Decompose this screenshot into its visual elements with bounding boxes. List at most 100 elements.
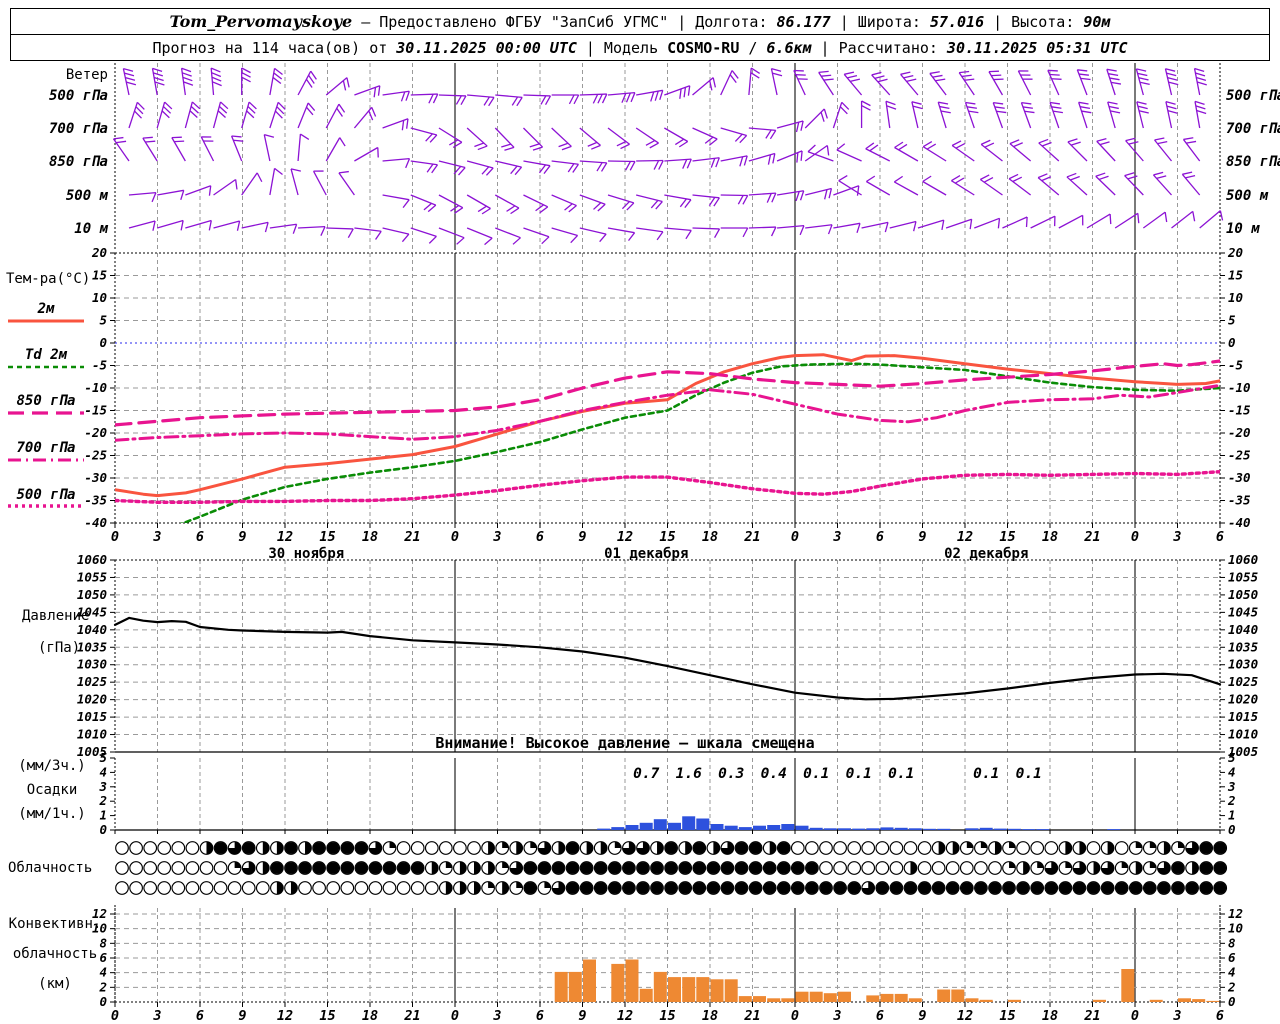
svg-text:1020: 1020	[1228, 692, 1258, 707]
model-name: COSMO-RU	[667, 38, 740, 57]
svg-text:1.6: 1.6	[676, 766, 702, 782]
svg-text:12: 12	[277, 529, 293, 545]
longitude-label: Долгота:	[695, 12, 768, 31]
svg-text:1020: 1020	[77, 692, 107, 707]
conv-title-2: облачность	[12, 946, 98, 962]
svg-text:-30: -30	[84, 470, 107, 485]
svg-text:15: 15	[319, 1008, 335, 1024]
legend-line-t500	[8, 504, 84, 508]
svg-text:18: 18	[1042, 529, 1058, 545]
svg-text:21: 21	[403, 529, 420, 545]
legend-label-t850: 850 гПа	[16, 393, 76, 409]
svg-text:1: 1	[1228, 808, 1236, 823]
svg-text:4: 4	[1228, 965, 1236, 980]
svg-text:1050: 1050	[77, 587, 107, 602]
svg-text:18: 18	[702, 529, 718, 545]
svg-text:0: 0	[1228, 335, 1236, 350]
separator: |	[677, 12, 687, 31]
latitude-label: Широта:	[857, 12, 921, 31]
svg-text:1010: 1010	[1228, 727, 1258, 742]
svg-text:1025: 1025	[77, 674, 108, 689]
legend-label-t700: 700 гПа	[16, 440, 76, 456]
svg-text:12: 12	[277, 1008, 293, 1024]
svg-text:1015: 1015	[1228, 709, 1259, 724]
svg-text:4: 4	[1228, 764, 1236, 779]
svg-text:21: 21	[743, 1008, 760, 1024]
svg-text:0.1: 0.1	[973, 766, 999, 782]
svg-text:-15: -15	[1228, 403, 1251, 418]
svg-text:18: 18	[702, 1008, 718, 1024]
svg-text:0.4: 0.4	[761, 766, 787, 782]
svg-text:2: 2	[1227, 979, 1236, 994]
svg-text:1030: 1030	[77, 657, 107, 672]
svg-text:1040: 1040	[77, 622, 107, 637]
svg-text:12: 12	[957, 1008, 973, 1024]
svg-text:-40: -40	[84, 515, 107, 530]
svg-text:0: 0	[451, 1008, 459, 1024]
svg-text:21: 21	[1083, 529, 1100, 545]
svg-text:-40: -40	[1228, 515, 1251, 530]
svg-text:Внимание! Высокое давление — ш: Внимание! Высокое давление — шкала смеще…	[435, 734, 814, 752]
svg-text:9: 9	[238, 1008, 246, 1024]
conv-title-1: Конвективн.	[8, 916, 102, 932]
svg-text:0: 0	[791, 1008, 799, 1024]
svg-text:-35: -35	[1228, 493, 1251, 508]
svg-text:5: 5	[1228, 313, 1236, 328]
svg-text:15: 15	[659, 1008, 675, 1024]
svg-text:6: 6	[1216, 529, 1224, 545]
wind-barbs	[112, 67, 1224, 246]
svg-text:18: 18	[362, 1008, 378, 1024]
svg-text:20: 20	[91, 245, 107, 260]
svg-text:3: 3	[832, 1008, 841, 1024]
wind-level-500hpa: 500 гПа	[48, 88, 108, 104]
svg-text:0.1: 0.1	[846, 766, 872, 782]
svg-text:5: 5	[99, 313, 107, 328]
calc-label: Рассчитано:	[838, 38, 938, 57]
wind-level-500m: 500 м	[65, 188, 108, 204]
separator: |	[993, 12, 1003, 31]
svg-text:0.3: 0.3	[718, 766, 744, 782]
svg-text:6: 6	[536, 529, 544, 545]
svg-text:1055: 1055	[77, 569, 108, 584]
svg-text:0: 0	[111, 1008, 119, 1024]
svg-text:0: 0	[791, 529, 799, 545]
svg-text:12: 12	[617, 529, 633, 545]
svg-text:1060: 1060	[77, 552, 107, 567]
cloud-section-title: Облачность	[8, 860, 93, 876]
svg-text:1010: 1010	[77, 727, 107, 742]
svg-text:0: 0	[111, 529, 119, 545]
svg-text:0.1: 0.1	[803, 766, 829, 782]
conv-title-3: (км)	[38, 976, 72, 992]
svg-text:9: 9	[578, 529, 586, 545]
svg-text:1030: 1030	[1228, 657, 1258, 672]
svg-text:15: 15	[659, 529, 675, 545]
svg-text:12: 12	[1228, 906, 1243, 921]
svg-text:3: 3	[1227, 779, 1236, 794]
svg-text:12: 12	[957, 529, 973, 545]
longitude-value: 86.177	[776, 12, 831, 31]
svg-text:2: 2	[1227, 793, 1236, 808]
meteogram-canvas: 20 2015 1510 105 50 0-5 -5-10 -10-15 -15-20 -20-2…	[77, 63, 1259, 1024]
provider-text: Предоставлено ФГБУ "ЗапСиб УГМС"	[379, 12, 669, 31]
wind-level-850hpa: 850 гПа	[48, 154, 108, 170]
svg-text:-30: -30	[1228, 470, 1251, 485]
svg-text:15: 15	[999, 1008, 1015, 1024]
altitude-value: 90м	[1083, 12, 1111, 31]
svg-text:0: 0	[1131, 1008, 1139, 1024]
svg-text:15: 15	[92, 268, 108, 283]
svg-text:0.1: 0.1	[888, 766, 914, 782]
station-name: Tom_Pervomayskoye	[169, 12, 353, 31]
svg-text:3: 3	[492, 1008, 501, 1024]
svg-text:10: 10	[92, 290, 107, 305]
wind-section-title: Ветер	[65, 67, 108, 83]
svg-text:30 ноября: 30 ноября	[268, 546, 344, 562]
svg-text:-5: -5	[1228, 358, 1244, 373]
svg-text:-20: -20	[1228, 425, 1251, 440]
svg-text:-20: -20	[84, 425, 107, 440]
altitude-label: Высота:	[1011, 12, 1075, 31]
svg-text:21: 21	[403, 1008, 420, 1024]
wind-level-10m-right: 10 м	[1226, 221, 1260, 237]
svg-text:18: 18	[362, 529, 378, 545]
svg-text:10: 10	[1228, 290, 1243, 305]
header-dash: —	[361, 12, 371, 31]
